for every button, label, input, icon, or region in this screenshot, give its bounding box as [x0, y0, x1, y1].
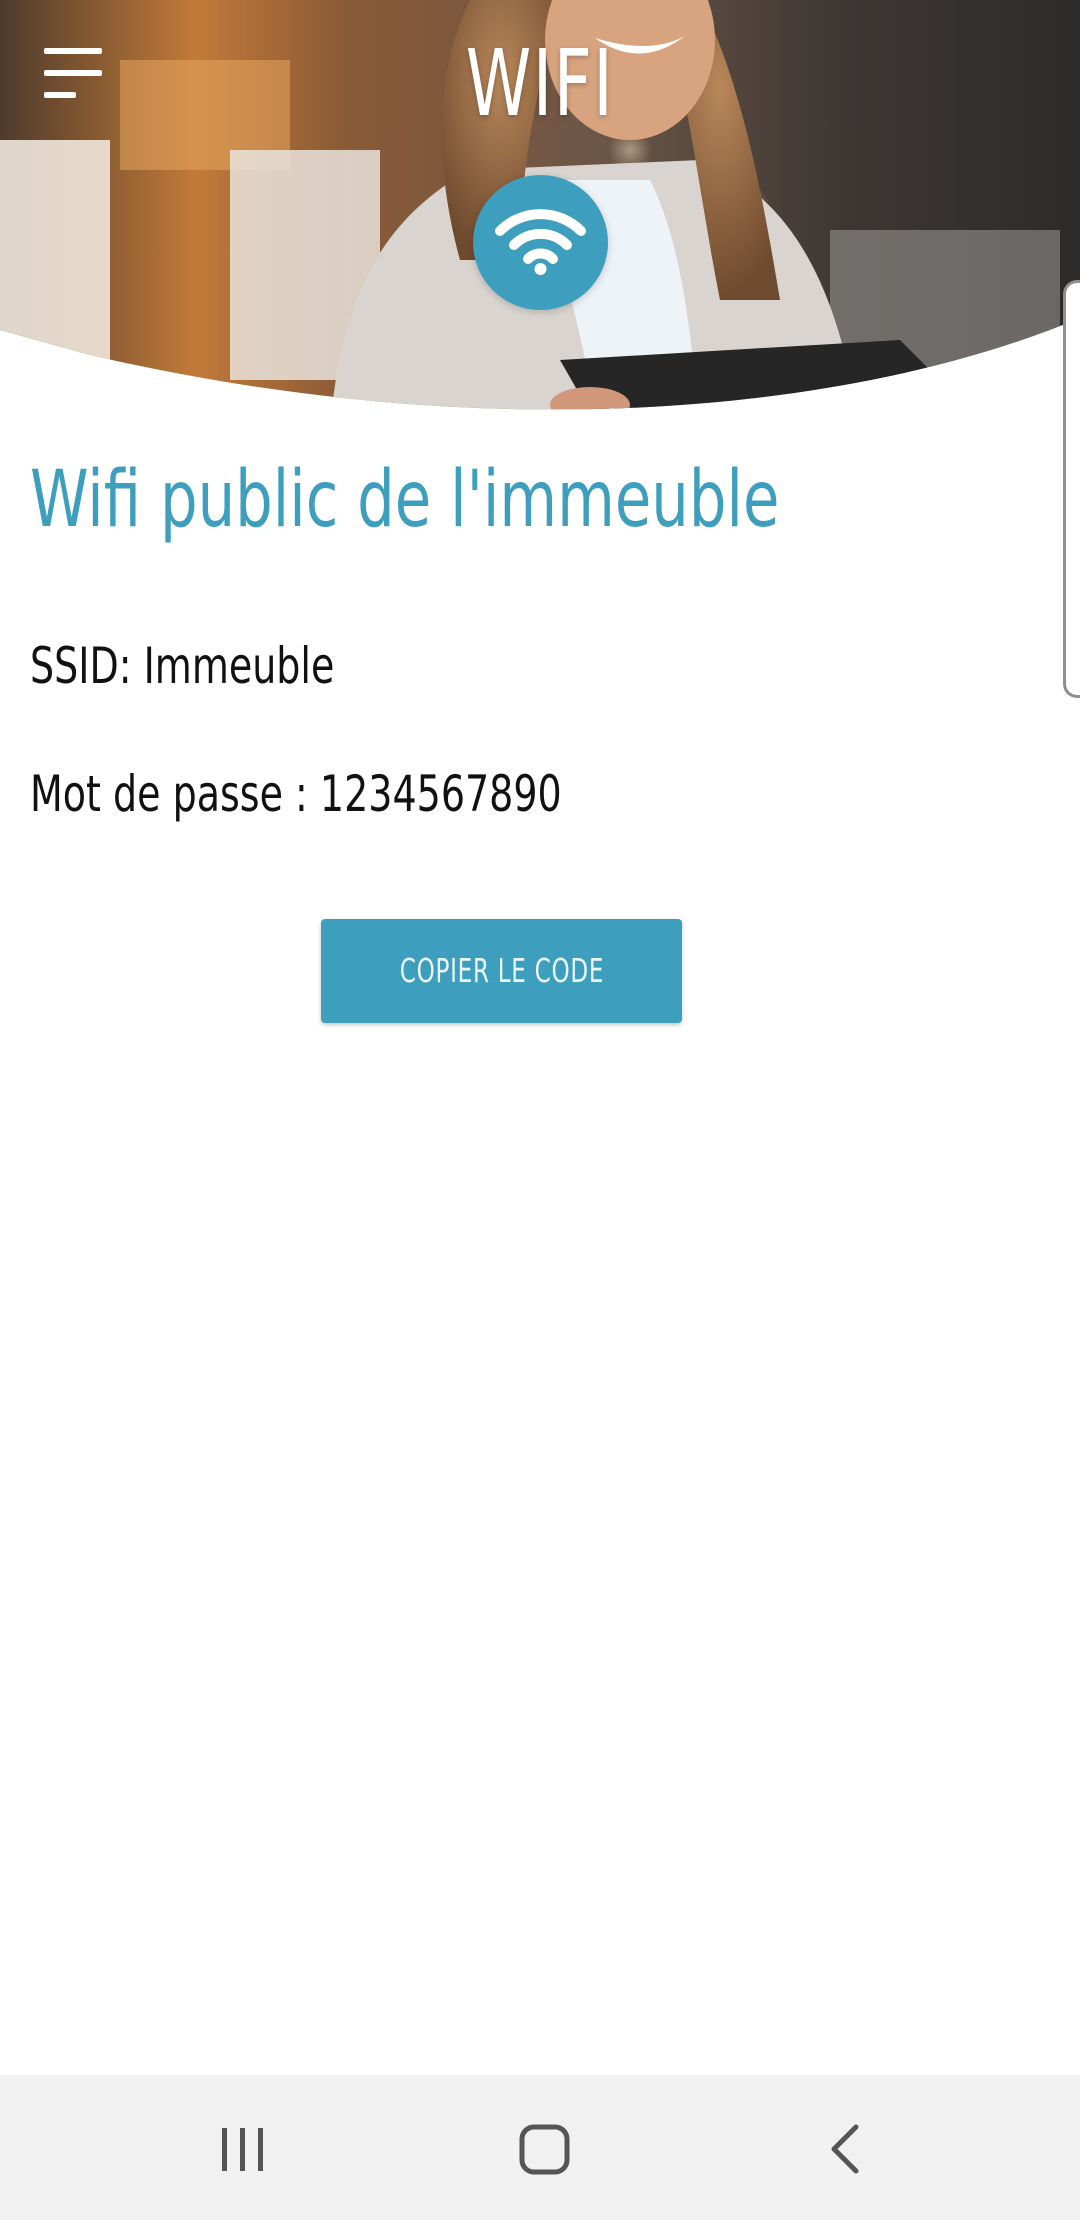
wifi-icon — [495, 209, 586, 275]
wifi-badge — [473, 175, 608, 310]
system-nav-bar — [0, 2075, 1080, 2220]
ssid-text: SSID: Immeuble — [30, 637, 335, 695]
hamburger-line — [44, 70, 102, 76]
back-button[interactable] — [786, 2095, 906, 2200]
menu-button[interactable] — [40, 44, 110, 104]
recent-apps-button[interactable] — [182, 2095, 302, 2200]
edge-panel-handle[interactable] — [1063, 280, 1080, 698]
back-icon — [831, 2124, 859, 2174]
section-title: Wifi public de l'immeuble — [30, 455, 780, 545]
hamburger-line — [44, 92, 76, 98]
hamburger-menu-icon — [44, 48, 102, 54]
copy-code-button[interactable]: COPIER LE CODE — [321, 919, 682, 1023]
password-text: Mot de passe : 1234567890 — [30, 765, 562, 823]
page-title: WIFI — [465, 30, 615, 137]
home-icon — [519, 2124, 570, 2175]
header-banner: WIFI — [0, 0, 1080, 430]
copy-code-button-label: COPIER LE CODE — [399, 951, 604, 990]
home-button[interactable] — [484, 2095, 604, 2200]
recent-apps-icon — [222, 2128, 263, 2171]
wifi-screen: WIFI Wifi public de l'immeuble SSID: Imm… — [0, 0, 1080, 2220]
